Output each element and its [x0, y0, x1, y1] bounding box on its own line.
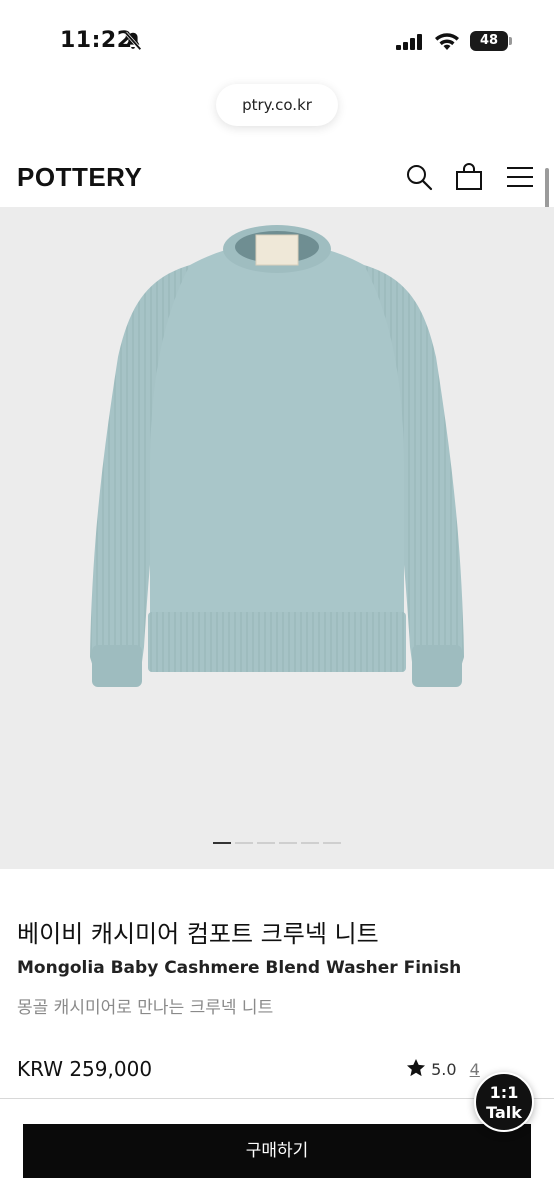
bell-slash-icon — [124, 31, 142, 51]
product-title-english: Mongolia Baby Cashmere Blend Washer Fini… — [17, 958, 462, 978]
buy-button[interactable]: 구매하기 — [23, 1124, 531, 1178]
review-count-link[interactable]: 4 — [470, 1060, 480, 1079]
product-image[interactable] — [0, 207, 554, 869]
carousel-dot[interactable] — [213, 841, 231, 844]
sweater-illustration — [90, 225, 464, 687]
wifi-icon — [435, 33, 459, 50]
talk-label-line1: 1:1 — [489, 1083, 519, 1102]
talk-chat-button[interactable]: 1:1 Talk — [474, 1072, 534, 1132]
product-rating[interactable]: 5.0 4 — [406, 1058, 480, 1082]
star-icon — [407, 1059, 425, 1077]
status-bar: 11:22 48 — [0, 0, 554, 82]
carousel-dot[interactable] — [257, 841, 275, 844]
url-bar[interactable]: ptry.co.kr — [216, 84, 338, 126]
carousel-dot[interactable] — [323, 841, 341, 844]
talk-label-line2: Talk — [486, 1103, 522, 1122]
carousel-dot[interactable] — [301, 841, 319, 844]
product-price: KRW 259,000 — [17, 1057, 153, 1081]
rating-value: 5.0 — [431, 1060, 457, 1079]
shopping-bag-icon[interactable] — [454, 162, 484, 192]
product-title-korean: 베이비 캐시미어 컴포트 크루넥 니트 — [17, 920, 379, 948]
carousel-dot[interactable] — [235, 841, 253, 844]
carousel-dot[interactable] — [279, 841, 297, 844]
search-icon[interactable] — [404, 162, 434, 192]
battery-tip — [509, 37, 512, 45]
site-header: POTTERY — [0, 150, 554, 206]
product-subtitle: 몽골 캐시미어로 만나는 크루넥 니트 — [17, 998, 274, 1018]
hamburger-menu-icon[interactable] — [505, 162, 535, 192]
site-logo[interactable]: POTTERY — [17, 162, 142, 193]
carousel-indicator — [0, 832, 554, 844]
battery-indicator: 48 — [470, 31, 508, 51]
cellular-signal-icon — [396, 34, 422, 50]
